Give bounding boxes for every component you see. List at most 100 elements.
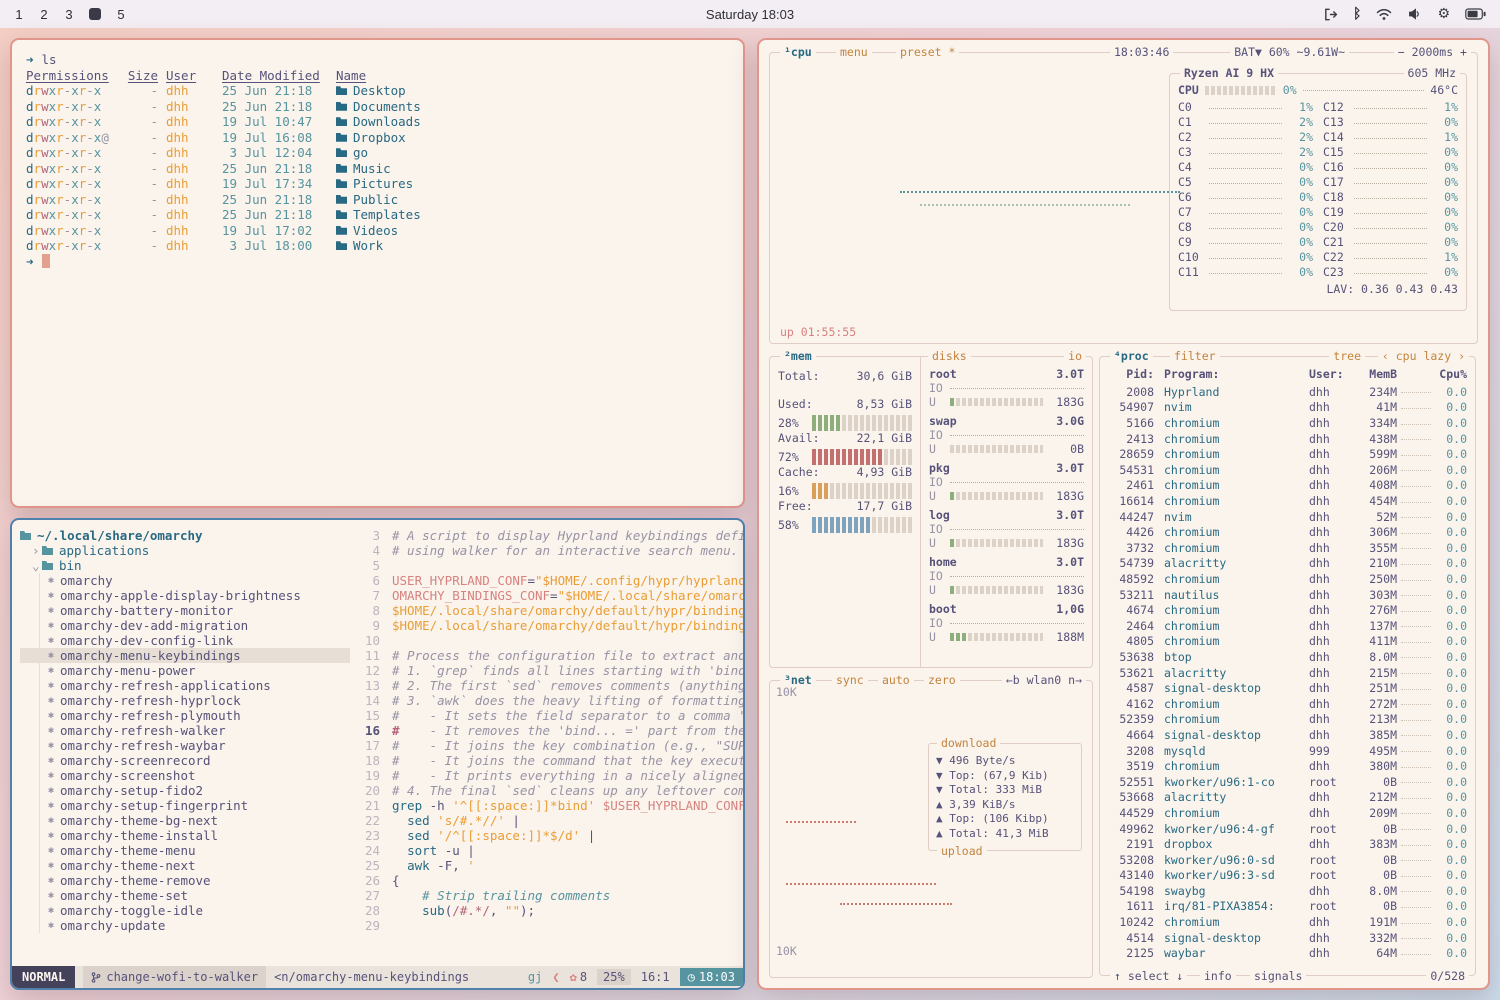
workspace-indicator[interactable] <box>89 8 101 20</box>
process-row[interactable]: 3732 chromium dhh 355M 0.0 <box>1108 541 1467 557</box>
gear-icon[interactable]: ⚙ <box>1437 7 1450 21</box>
tree-item[interactable]: ✱ omarchy-toggle-idle <box>20 903 350 918</box>
process-row[interactable]: 4805 chromium dhh 411M 0.0 <box>1108 634 1467 650</box>
tree-item[interactable]: ✱ omarchy-refresh-plymouth <box>20 708 350 723</box>
process-row[interactable]: 2191 dropbox dhh 383M 0.0 <box>1108 837 1467 853</box>
process-row[interactable]: 52551 kworker/u96:1-co root 0B 0.0 <box>1108 774 1467 790</box>
process-row[interactable]: 53668 alacritty dhh 212M 0.0 <box>1108 790 1467 806</box>
process-row[interactable]: 4587 signal-desktop dhh 251M 0.0 <box>1108 681 1467 697</box>
tree-item[interactable]: ✱ omarchy-menu-power <box>20 663 350 678</box>
process-row[interactable]: 2413 chromium dhh 438M 0.0 <box>1108 431 1467 447</box>
tree-item[interactable]: ✱ omarchy-dev-add-migration <box>20 618 350 633</box>
interface-selector[interactable]: ←b wlan0 n→ <box>1002 672 1086 688</box>
folder-entry[interactable]: Work <box>336 238 729 254</box>
process-row[interactable]: 43140 kworker/u96:3-sd root 0B 0.0 <box>1108 868 1467 884</box>
tree-item[interactable]: ✱ omarchy-setup-fido2 <box>20 783 350 798</box>
process-row[interactable]: 53208 kworker/u96:0-sd root 0B 0.0 <box>1108 852 1467 868</box>
process-row[interactable]: 3519 chromium dhh 380M 0.0 <box>1108 759 1467 775</box>
process-row[interactable]: 1611 irq/81-PIXA3854: root 0B 0.0 <box>1108 899 1467 915</box>
folder-entry[interactable]: Public <box>336 192 729 208</box>
tree-item[interactable]: ✱ omarchy-screenshot <box>20 768 350 783</box>
tab-proc[interactable]: ⁴proc <box>1110 348 1153 364</box>
process-row[interactable]: 44529 chromium dhh 209M 0.0 <box>1108 806 1467 822</box>
process-row[interactable]: 54907 nvim dhh 41M 0.0 <box>1108 400 1467 416</box>
process-row[interactable]: 54531 chromium dhh 206M 0.0 <box>1108 463 1467 479</box>
tree-item[interactable]: ✱ omarchy-theme-remove <box>20 873 350 888</box>
process-row[interactable]: 2461 chromium dhh 408M 0.0 <box>1108 478 1467 494</box>
workspace-indicator[interactable]: 1 <box>14 7 24 22</box>
folder-entry[interactable]: Downloads <box>336 114 729 130</box>
signals-button[interactable]: signals <box>1250 968 1306 984</box>
terminal-window[interactable]: ➜ ls Permissions Size User Date Modified… <box>10 38 745 508</box>
info-button[interactable]: info <box>1200 968 1236 984</box>
tree-item[interactable]: ✱ applications <box>20 543 350 558</box>
tree-item[interactable]: ✱ ~/.local/share/omarchy <box>20 528 350 543</box>
process-row[interactable]: 2008 Hyprland dhh 234M 0.0 <box>1108 385 1467 401</box>
tab-cpu[interactable]: ¹cpu <box>780 44 816 60</box>
folder-entry[interactable]: Desktop <box>336 83 729 99</box>
process-row[interactable]: 53211 nautilus dhh 303M 0.0 <box>1108 587 1467 603</box>
process-row[interactable]: 5166 chromium dhh 334M 0.0 <box>1108 416 1467 432</box>
terminal-output[interactable]: ➜ ls Permissions Size User Date Modified… <box>12 40 743 506</box>
bluetooth-icon[interactable]: ᛒ <box>1353 7 1361 21</box>
tree-item[interactable]: ✱ omarchy-theme-bg-next <box>20 813 350 828</box>
tree-item[interactable]: ✱ omarchy-screenrecord <box>20 753 350 768</box>
tree-item[interactable]: ✱ omarchy-theme-set <box>20 888 350 903</box>
folder-entry[interactable]: Music <box>336 161 729 177</box>
tree-item[interactable]: ✱ omarchy-theme-next <box>20 858 350 873</box>
process-row[interactable]: 4514 signal-desktop dhh 332M 0.0 <box>1108 930 1467 946</box>
neovim-window[interactable]: ✱ ~/.local/share/omarchy ✱ applications … <box>10 518 745 990</box>
tree-item[interactable]: ✱ omarchy-menu-keybindings <box>20 648 350 663</box>
tree-toggle[interactable]: tree <box>1329 348 1365 364</box>
tree-item[interactable]: ✱ omarchy-update <box>20 918 350 933</box>
workspace-indicator[interactable]: 3 <box>64 7 74 22</box>
process-row[interactable]: 4426 chromium dhh 306M 0.0 <box>1108 525 1467 541</box>
tab-preset[interactable]: preset * <box>896 44 959 60</box>
tree-item[interactable]: ✱ omarchy-refresh-hyprlock <box>20 693 350 708</box>
tree-item[interactable]: ✱ omarchy-theme-menu <box>20 843 350 858</box>
refresh-interval[interactable]: − 2000ms + <box>1394 44 1471 60</box>
workspace-indicator[interactable]: 5 <box>116 7 126 22</box>
folder-entry[interactable]: Pictures <box>336 176 729 192</box>
process-row[interactable]: 53621 alacritty dhh 215M 0.0 <box>1108 665 1467 681</box>
editor-pane[interactable]: 3 # A script to display Hyprland keybind… <box>350 520 743 966</box>
tree-item[interactable]: ✱ omarchy <box>20 573 350 588</box>
folder-entry[interactable]: Videos <box>336 223 729 239</box>
filter-button[interactable]: filter <box>1170 348 1220 364</box>
wifi-icon[interactable] <box>1376 8 1392 21</box>
folder-entry[interactable]: Dropbox <box>336 130 729 146</box>
volume-icon[interactable] <box>1407 7 1422 21</box>
tree-item[interactable]: ✱ omarchy-refresh-walker <box>20 723 350 738</box>
process-row[interactable]: 54739 alacritty dhh 210M 0.0 <box>1108 556 1467 572</box>
process-row[interactable]: 16614 chromium dhh 454M 0.0 <box>1108 494 1467 510</box>
tree-item[interactable]: ✱ omarchy-apple-display-brightness <box>20 588 350 603</box>
process-row[interactable]: 52359 chromium dhh 213M 0.0 <box>1108 712 1467 728</box>
folder-entry[interactable]: go <box>336 145 729 161</box>
tab-zero[interactable]: zero <box>924 672 960 688</box>
process-row[interactable]: 2464 chromium dhh 137M 0.0 <box>1108 619 1467 635</box>
process-row[interactable]: 2125 waybar dhh 64M 0.0 <box>1108 946 1467 962</box>
process-row[interactable]: 48592 chromium dhh 250M 0.0 <box>1108 572 1467 588</box>
process-row[interactable]: 44247 nvim dhh 52M 0.0 <box>1108 509 1467 525</box>
tab-sync[interactable]: sync <box>832 672 868 688</box>
sort-selector[interactable]: ‹ cpu lazy › <box>1378 348 1469 364</box>
process-row[interactable]: 53638 btop dhh 8.0M 0.0 <box>1108 650 1467 666</box>
process-row[interactable]: 54198 swaybg dhh 8.0M 0.0 <box>1108 884 1467 900</box>
tree-item[interactable]: ✱ omarchy-refresh-applications <box>20 678 350 693</box>
tree-item[interactable]: ✱ omarchy-refresh-waybar <box>20 738 350 753</box>
process-row[interactable]: 10242 chromium dhh 191M 0.0 <box>1108 915 1467 931</box>
tree-item[interactable]: ✱ omarchy-battery-monitor <box>20 603 350 618</box>
process-row[interactable]: 49962 kworker/u96:4-gf root 0B 0.0 <box>1108 821 1467 837</box>
process-row[interactable]: 4664 signal-desktop dhh 385M 0.0 <box>1108 728 1467 744</box>
tree-item[interactable]: ✱ omarchy-theme-install <box>20 828 350 843</box>
process-row[interactable]: 28659 chromium dhh 599M 0.0 <box>1108 447 1467 463</box>
process-row[interactable]: 3208 mysqld 999 495M 0.0 <box>1108 743 1467 759</box>
workspace-indicator[interactable]: 2 <box>39 7 49 22</box>
folder-entry[interactable]: Templates <box>336 207 729 223</box>
battery-icon[interactable] <box>1465 8 1486 20</box>
logout-icon[interactable] <box>1323 7 1338 22</box>
select-buttons[interactable]: ↑ select ↓ <box>1110 968 1187 984</box>
tree-item[interactable]: ✱ omarchy-setup-fingerprint <box>20 798 350 813</box>
process-row[interactable]: 4674 chromium dhh 276M 0.0 <box>1108 603 1467 619</box>
tree-item[interactable]: ✱ omarchy-dev-config-link <box>20 633 350 648</box>
